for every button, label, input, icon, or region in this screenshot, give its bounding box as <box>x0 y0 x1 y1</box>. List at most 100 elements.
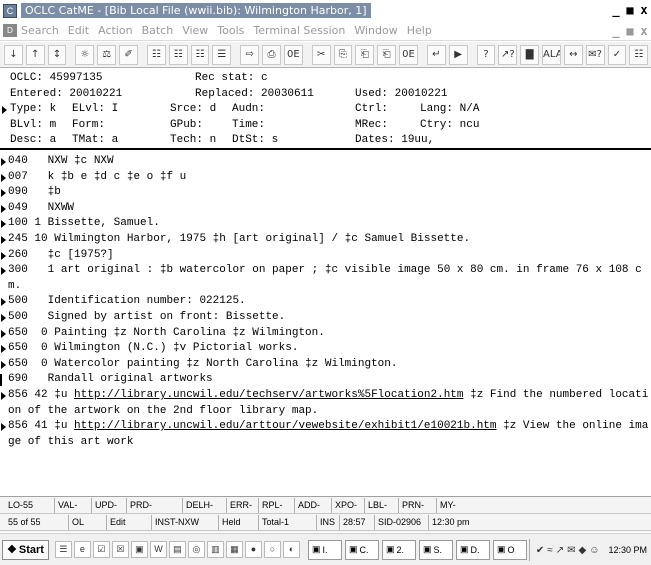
fixed-field-time[interactable]: Time: <box>232 118 272 134</box>
maximize-button[interactable]: ■ <box>623 3 637 17</box>
task-button-4[interactable]: ▣ S. <box>418 539 453 560</box>
fixed-field-ctrl[interactable]: Ctrl: <box>355 102 395 118</box>
fixed-field-elvl[interactable]: ELvl: I <box>72 102 118 118</box>
document-icon[interactable]: D <box>3 24 17 37</box>
doc-maximize-button[interactable]: ■ <box>623 24 637 38</box>
toolbar-button-18[interactable]: 0E <box>399 44 418 65</box>
quick-launch-icon-1[interactable]: ☰ <box>54 541 72 558</box>
quick-launch-icon-9[interactable]: ▥ <box>206 541 224 558</box>
field-url-link[interactable]: http://library.uncwil.edu/techserv/artwo… <box>74 389 463 401</box>
quick-launch-icon-12[interactable]: ○ <box>263 541 281 558</box>
marc-field-040[interactable]: 040 NXW ‡c NXW <box>1 154 651 170</box>
marc-field-049[interactable]: 049 NXWW <box>1 201 651 217</box>
toolbar-button-10[interactable]: ☰ <box>212 44 232 65</box>
marc-field-090[interactable]: 090 ‡b <box>1 185 651 201</box>
quick-launch-icon-7[interactable]: ▤ <box>168 541 186 558</box>
fixed-field-audn[interactable]: Audn: <box>232 102 272 118</box>
toolbar-button-15[interactable]: ⎘ <box>333 44 353 65</box>
quick-launch-icon-8[interactable]: ◎ <box>187 541 205 558</box>
quick-launch-icon-13[interactable]: ◐ <box>282 541 300 558</box>
fixed-field-type[interactable]: Type: k <box>10 102 56 118</box>
toolbar-button-24[interactable]: ALA <box>542 44 561 65</box>
quick-launch-icon-6[interactable]: W <box>149 541 167 558</box>
fixed-field-srce[interactable]: Srce: d <box>170 102 216 118</box>
tray-icon-1[interactable]: ✔ <box>536 545 544 556</box>
toolbar-button-11[interactable]: ⇨ <box>240 44 260 65</box>
toolbar-button-2[interactable]: ↑ <box>25 44 45 65</box>
toolbar-button-21[interactable]: ? <box>476 44 496 65</box>
toolbar-button-23[interactable]: ▇ <box>520 44 540 65</box>
menu-window[interactable]: Window <box>354 24 397 37</box>
fixed-field-mrec[interactable]: MRec: <box>355 118 395 134</box>
fixed-field-tech[interactable]: Tech: n <box>170 133 216 149</box>
toolbar-button-13[interactable]: 0E <box>283 44 303 65</box>
quick-launch-icon-11[interactable]: ● <box>244 541 262 558</box>
fixed-field-tmat[interactable]: TMat: a <box>72 133 118 149</box>
marc-field-856[interactable]: 856 42 ‡u http://library.uncwil.edu/tech… <box>1 388 651 419</box>
menu-edit[interactable]: Edit <box>68 24 89 37</box>
toolbar-button-25[interactable]: ↔ <box>563 44 583 65</box>
menu-view[interactable]: View <box>182 24 208 37</box>
fixed-field-oclc[interactable]: OCLC: 45997135 <box>10 71 102 87</box>
toolbar-button-5[interactable]: ⚖ <box>97 44 117 65</box>
marc-field-650[interactable]: 650 0 Wilmington (N.C.) ‡v Pictorial wor… <box>1 341 651 357</box>
marc-field-300[interactable]: 300 1 art original : ‡b watercolor on pa… <box>1 263 651 294</box>
field-url-link[interactable]: http://library.uncwil.edu/arttour/vewebs… <box>74 420 496 432</box>
tray-icon-3[interactable]: ↗ <box>556 545 564 556</box>
fixed-field-recstat[interactable]: Rec stat: c <box>195 71 268 87</box>
clock[interactable]: 12:30 PM <box>608 545 647 555</box>
tray-icon-4[interactable]: ✉ <box>567 545 575 556</box>
toolbar-button-16[interactable]: ⎗ <box>355 44 375 65</box>
marc-field-650[interactable]: 650 0 Watercolor painting ‡z North Carol… <box>1 357 651 373</box>
toolbar-button-17[interactable]: ⎗ <box>377 44 397 65</box>
fixed-field-form[interactable]: Form: <box>72 118 112 134</box>
variable-fields-area[interactable]: 040 NXW ‡c NXW 007 k ‡b e ‡d c ‡e o ‡f u0… <box>0 154 651 492</box>
minimize-button[interactable]: _ <box>609 3 623 17</box>
tray-icon-2[interactable]: ≈ <box>547 545 553 556</box>
toolbar-button-12[interactable]: ⎙ <box>262 44 281 65</box>
marc-field-500[interactable]: 500 Identification number: 022125. <box>1 294 651 310</box>
toolbar-button-14[interactable]: ✂ <box>311 44 331 65</box>
quick-launch-icon-2[interactable]: e <box>73 541 91 558</box>
menu-terminal-session[interactable]: Terminal Session <box>253 24 345 37</box>
toolbar-button-19[interactable]: ↵ <box>426 44 446 65</box>
task-button-2[interactable]: ▣ C. <box>344 539 379 560</box>
fixed-field-entered[interactable]: Entered: 20010221 <box>10 87 122 103</box>
fixed-field-ctry[interactable]: Ctry: ncu <box>420 118 479 134</box>
start-button[interactable]: ❖ Start <box>2 539 49 560</box>
fixed-field-blvl[interactable]: BLvl: m <box>10 118 56 134</box>
fixed-field-replaced[interactable]: Replaced: 20030611 <box>195 87 314 103</box>
marc-field-007[interactable]: 007 k ‡b e ‡d c ‡e o ‡f u <box>1 170 651 186</box>
task-button-1[interactable]: ▣ I. <box>307 539 342 560</box>
marc-field-500[interactable]: 500 Signed by artist on front: Bissette. <box>1 310 651 326</box>
toolbar-button-3[interactable]: ↕ <box>47 44 67 65</box>
toolbar-button-7[interactable]: ☷ <box>146 44 166 65</box>
marc-field-690[interactable]: 690 Randall original artworks <box>0 372 651 388</box>
fixed-field-lang[interactable]: Lang: N/A <box>420 102 479 118</box>
toolbar-button-1[interactable]: ↓ <box>4 44 23 65</box>
toolbar-button-22[interactable]: ↗? <box>498 44 518 65</box>
close-button[interactable]: x <box>637 3 651 17</box>
quick-launch-icon-5[interactable]: ▣ <box>130 541 148 558</box>
doc-close-button[interactable]: x <box>637 24 651 38</box>
tray-icon-5[interactable]: ◆ <box>579 545 587 556</box>
toolbar-button-6[interactable]: ✐ <box>119 44 138 65</box>
fixed-field-gpub[interactable]: GPub: <box>170 118 210 134</box>
toolbar-button-8[interactable]: ☷ <box>168 44 188 65</box>
menu-batch[interactable]: Batch <box>142 24 174 37</box>
quick-launch-icon-4[interactable]: ☒ <box>111 541 129 558</box>
marc-field-100[interactable]: 100 1 Bissette, Samuel. <box>1 216 651 232</box>
toolbar-button-4[interactable]: ☼ <box>75 44 95 65</box>
menu-tools[interactable]: Tools <box>217 24 244 37</box>
marc-field-856[interactable]: 856 41 ‡u http://library.uncwil.edu/artt… <box>1 419 651 450</box>
toolbar-button-26[interactable]: ✉? <box>585 44 605 65</box>
toolbar-button-9[interactable]: ☷ <box>190 44 210 65</box>
fixed-field-dtst[interactable]: DtSt: s <box>232 133 278 149</box>
menu-help[interactable]: Help <box>407 24 432 37</box>
fixed-field-dates[interactable]: Dates: 19uu, <box>355 133 434 149</box>
toolbar-button-27[interactable]: ✓ <box>607 44 627 65</box>
oclc-app-icon[interactable]: C <box>3 3 17 18</box>
fixed-field-used[interactable]: Used: 20010221 <box>355 87 447 103</box>
task-button-6[interactable]: ▣ O <box>492 539 527 560</box>
marc-field-245[interactable]: 245 10 Wilmington Harbor, 1975 ‡h [art o… <box>1 232 651 248</box>
